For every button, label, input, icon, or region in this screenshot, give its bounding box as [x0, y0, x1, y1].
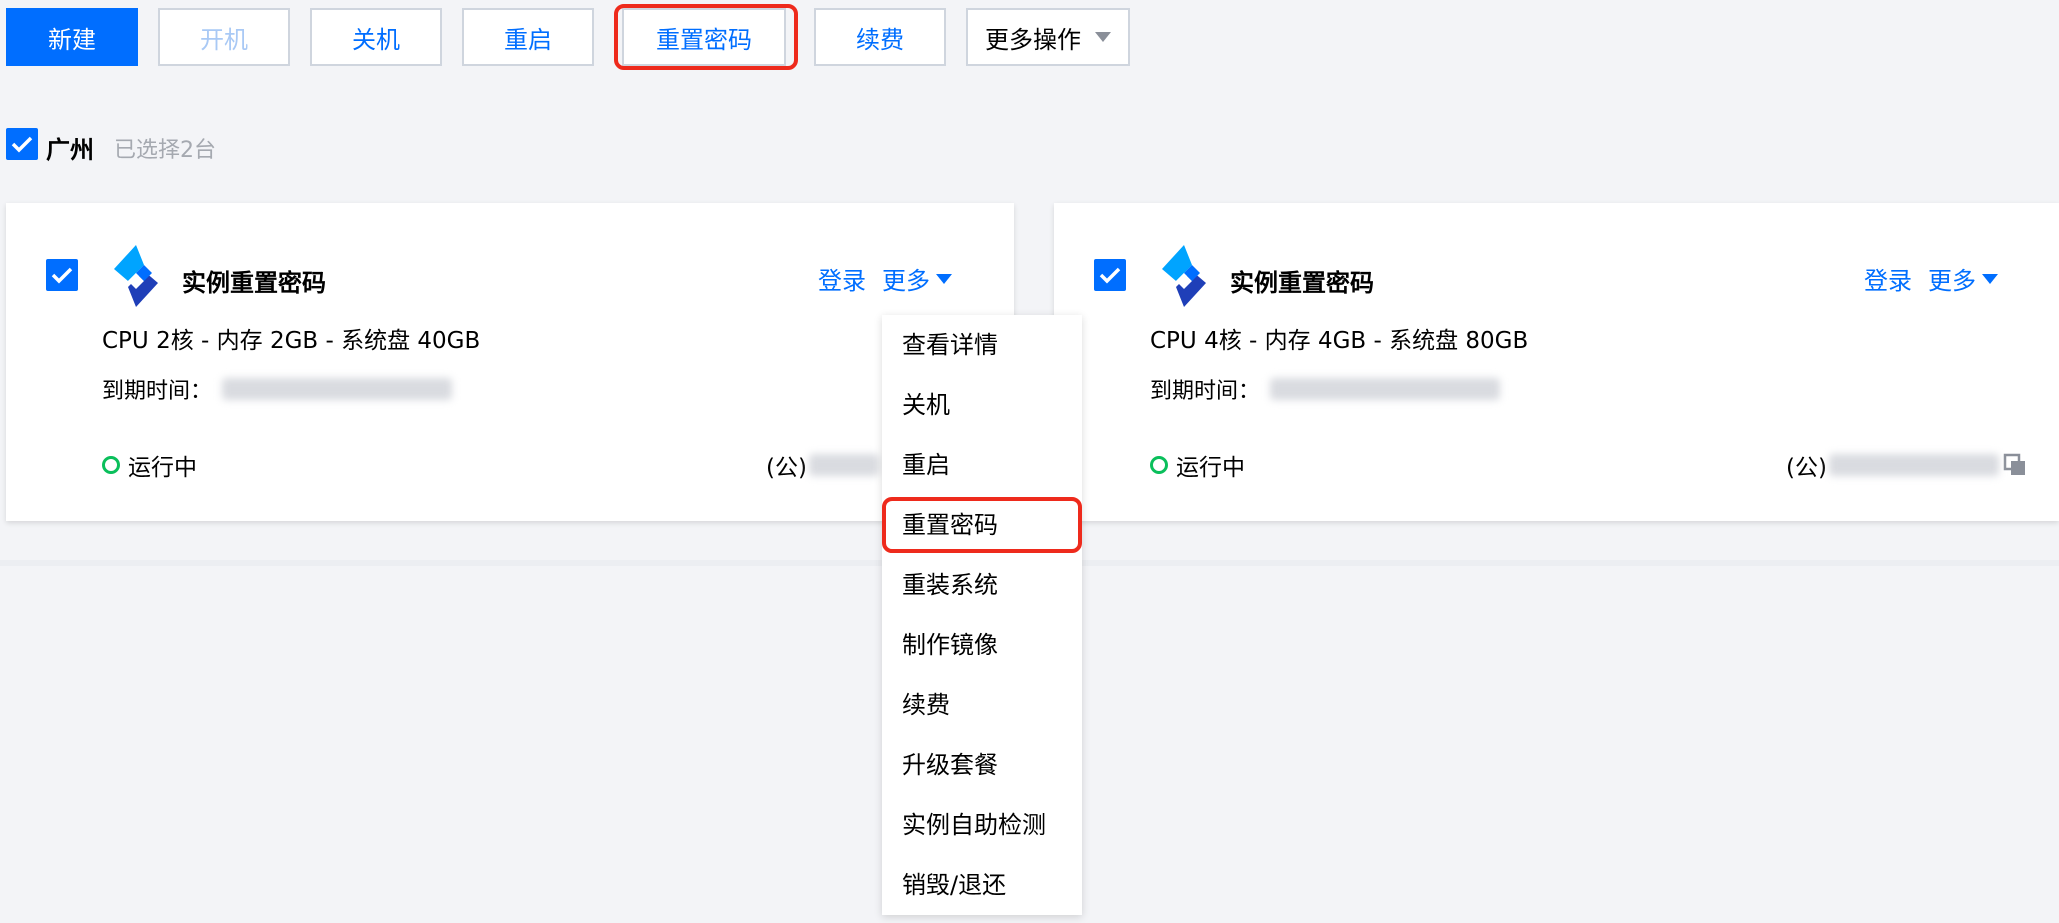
- menu-item-reset-password[interactable]: 重置密码: [902, 505, 998, 545]
- menu-item-create-image[interactable]: 制作镜像: [902, 625, 998, 665]
- caret-down-icon: [936, 273, 952, 284]
- more-link-1[interactable]: 更多: [882, 261, 952, 296]
- menu-item-reinstall-system[interactable]: 重装系统: [902, 565, 998, 605]
- copy-icon[interactable]: [2003, 453, 2027, 477]
- expire-label-2: 到期时间：: [1150, 379, 1261, 404]
- instance-expire-2: 到期时间：: [1150, 373, 1501, 405]
- instance-card-2: 实例重置密码 登录 更多 CPU 4核 - 内存 4GB - 系统盘 80GB …: [1054, 203, 2059, 521]
- instance-actions-2: 登录 更多: [1864, 261, 1998, 296]
- ip-prefix-1: (公): [766, 455, 807, 481]
- more-menu: 查看详情 关机 重启 重置密码 重装系统 制作镜像 续费 升级套餐 实例自助检测…: [882, 315, 1082, 915]
- menu-item-renew[interactable]: 续费: [902, 685, 950, 725]
- instance-status-2: 运行中: [1150, 448, 1245, 482]
- instance-spec-2: CPU 4核 - 内存 4GB - 系统盘 80GB: [1150, 328, 1529, 354]
- check-icon: [1099, 267, 1121, 284]
- menu-item-upgrade-plan[interactable]: 升级套餐: [902, 745, 998, 785]
- restart-button[interactable]: 重启: [462, 8, 594, 66]
- region-selected-count: 已选择2台: [114, 138, 216, 163]
- chevron-down-icon: [1095, 32, 1111, 42]
- menu-item-view-details[interactable]: 查看详情: [902, 325, 998, 365]
- ip-value-redacted-1: [808, 454, 879, 476]
- login-link-2[interactable]: 登录: [1864, 261, 1912, 296]
- instance-status-1: 运行中: [102, 448, 197, 482]
- expire-label-1: 到期时间：: [102, 379, 213, 404]
- new-button[interactable]: 新建: [6, 8, 138, 66]
- expire-value-redacted-2: [1270, 378, 1501, 400]
- expire-value-redacted-1: [222, 378, 453, 400]
- more-link-2[interactable]: 更多: [1928, 261, 1998, 296]
- instance-ip-1: (公): [766, 448, 879, 482]
- renew-button[interactable]: 续费: [814, 8, 946, 66]
- instance-expire-1: 到期时间：: [102, 373, 453, 405]
- menu-item-restart[interactable]: 重启: [902, 445, 950, 485]
- region-name: 广州: [46, 136, 94, 164]
- more-link-label-1: 更多: [882, 267, 930, 295]
- instance-name-1: 实例重置密码: [182, 269, 326, 297]
- menu-item-self-diagnosis[interactable]: 实例自助检测: [902, 805, 1046, 845]
- shutdown-button[interactable]: 关机: [310, 8, 442, 66]
- status-text-1: 运行中: [128, 455, 197, 481]
- lighthouse-logo-icon: [1162, 245, 1206, 307]
- instance-actions-1: 登录 更多: [818, 261, 952, 296]
- start-button[interactable]: 开机: [158, 8, 290, 66]
- instance-checkbox-1[interactable]: [46, 259, 78, 291]
- menu-item-destroy-return[interactable]: 销毁/退还: [902, 865, 1006, 905]
- status-text-2: 运行中: [1176, 455, 1245, 481]
- more-actions-dropdown[interactable]: 更多操作: [966, 8, 1130, 66]
- status-running-icon: [1150, 456, 1168, 474]
- menu-item-shutdown[interactable]: 关机: [902, 385, 950, 425]
- lighthouse-logo-icon: [114, 245, 158, 307]
- status-running-icon: [102, 456, 120, 474]
- check-icon: [51, 267, 73, 284]
- ip-prefix-2: (公): [1786, 455, 1827, 481]
- more-actions-label: 更多操作: [985, 25, 1081, 54]
- caret-down-icon: [1982, 273, 1998, 284]
- app-root: 新建 开机 关机 重启 重置密码 续费 更多操作 广州 已选择2台 实例重置密码…: [0, 0, 2059, 923]
- instance-spec-1: CPU 2核 - 内存 2GB - 系统盘 40GB: [102, 328, 481, 354]
- login-link-1[interactable]: 登录: [818, 261, 866, 296]
- reset-password-button[interactable]: 重置密码: [622, 8, 786, 66]
- instance-checkbox-2[interactable]: [1094, 259, 1126, 291]
- instance-card-1: 实例重置密码 登录 更多 CPU 2核 - 内存 2GB - 系统盘 40GB …: [6, 203, 1014, 521]
- instance-name-2: 实例重置密码: [1230, 269, 1374, 297]
- instance-ip-2: (公): [1786, 448, 2027, 482]
- check-icon: [11, 136, 33, 153]
- more-link-label-2: 更多: [1928, 267, 1976, 295]
- ip-value-redacted-2: [1828, 454, 1999, 476]
- region-checkbox[interactable]: [6, 128, 38, 160]
